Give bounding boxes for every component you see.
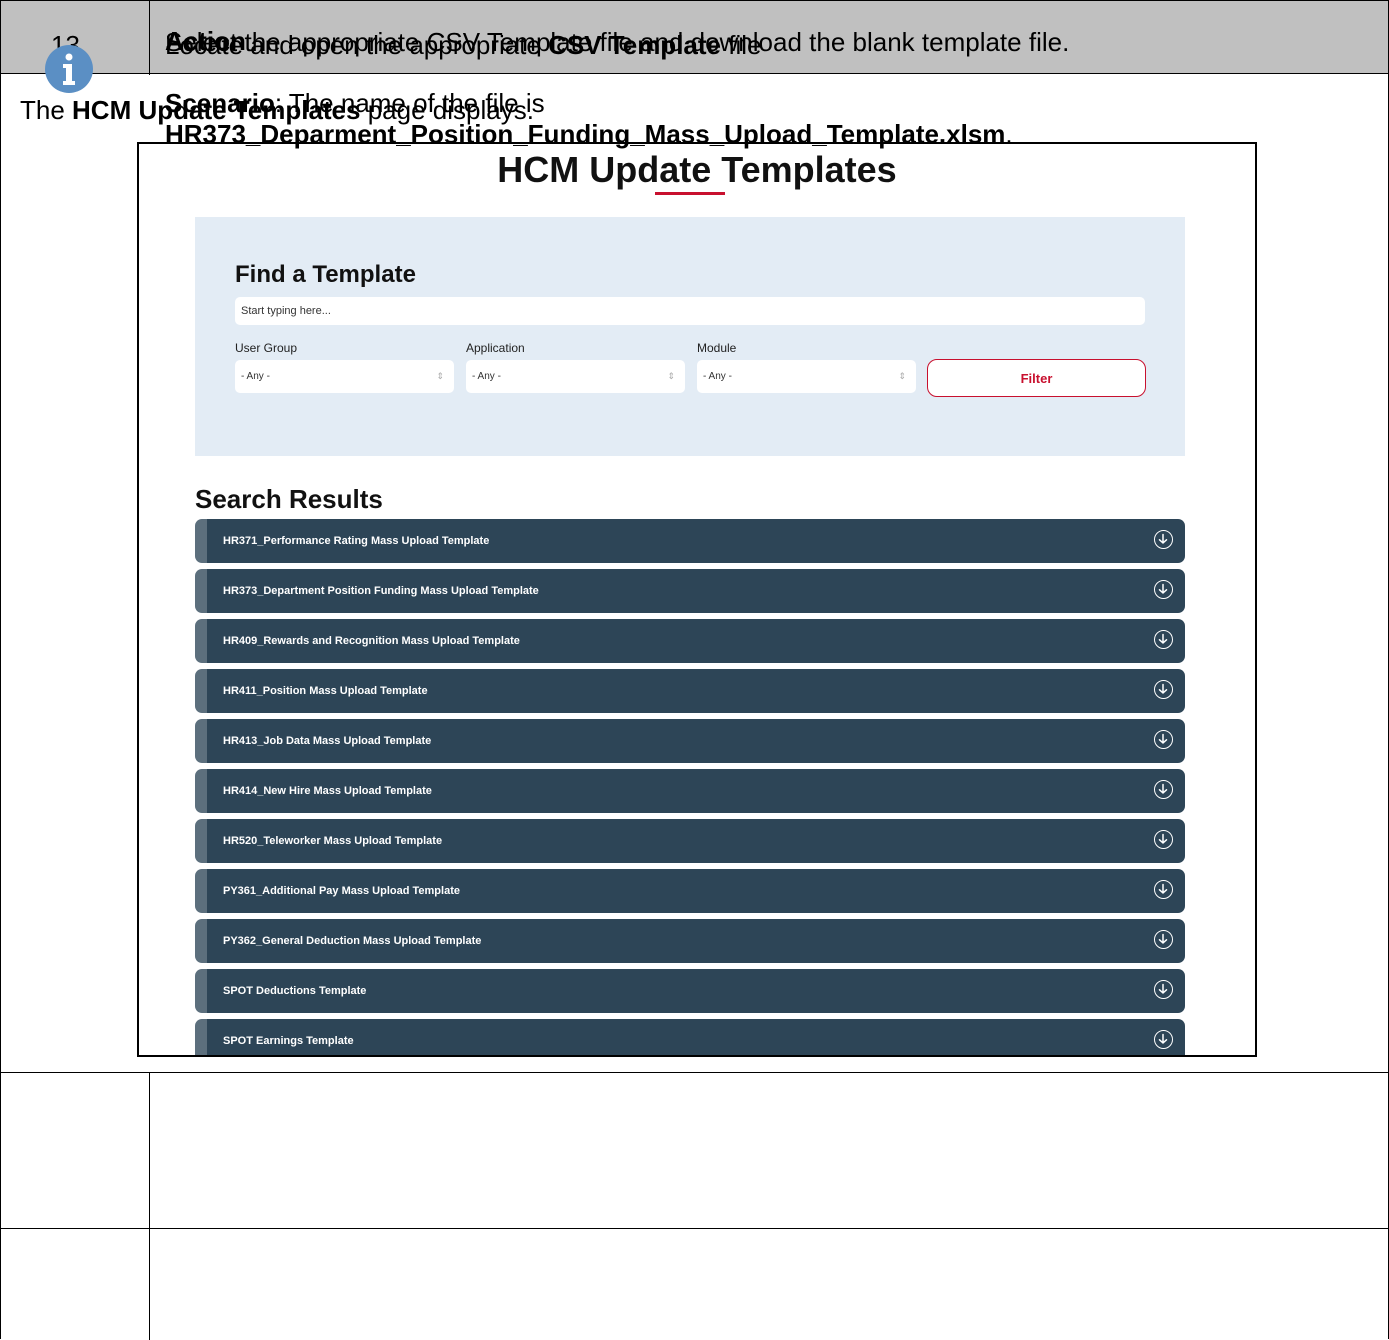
module-value: - Any - [703,371,732,382]
column-divider [149,1073,150,1229]
result-label: SPOT Deductions Template [223,985,367,997]
download-icon[interactable] [1154,630,1173,649]
result-label: HR520_Teleworker Mass Upload Template [223,835,443,847]
find-template-heading: Find a Template [235,261,416,288]
download-icon[interactable] [1154,580,1173,599]
result-row[interactable]: HR411_Position Mass Upload Template [195,669,1185,713]
result-label: PY361_Additional Pay Mass Upload Templat… [223,885,460,897]
result-label: SPOT Earnings Template [223,1035,354,1047]
user-group-label: User Group [235,341,298,355]
filter-button[interactable]: Filter [927,359,1146,397]
download-icon[interactable] [1154,1030,1173,1049]
result-row[interactable]: HR413_Job Data Mass Upload Template [195,719,1185,763]
note-text: Select the appropriate CSV Template file… [165,27,1070,57]
page-title: HCM Update Templates [497,149,897,190]
column-divider [149,1,150,75]
application-value: - Any - [472,371,501,382]
result-label: HR409_Rewards and Recognition Mass Uploa… [223,635,520,647]
module-select[interactable]: - Any - ⇕ [697,360,916,393]
download-icon[interactable] [1154,930,1173,949]
result-row[interactable]: PY362_General Deduction Mass Upload Temp… [195,919,1185,963]
column-divider [149,1229,150,1340]
info-icon [45,45,93,93]
download-icon[interactable] [1154,980,1173,999]
scenario-text: : The name of the file is [274,88,545,118]
scenario-line: Scenario: The name of the file is [165,88,545,118]
result-row[interactable]: HR371_Performance Rating Mass Upload Tem… [195,519,1185,563]
user-group-value: - Any - [241,371,270,382]
result-row[interactable]: SPOT Earnings Template [195,1019,1185,1055]
download-icon[interactable] [1154,830,1173,849]
filename-line: HR373_Deparment_Position_Funding_Mass_Up… [165,119,1013,149]
search-results-heading: Search Results [195,484,383,514]
result-row[interactable]: HR409_Rewards and Recognition Mass Uploa… [195,619,1185,663]
select-arrows-icon: ⇕ [436,371,444,381]
result-label: HR414_New Hire Mass Upload Template [223,785,432,797]
procedure-document: Action The HCM Update Templates page dis… [0,0,1389,1340]
filename-suffix: . [1005,119,1013,149]
search-input[interactable] [235,297,1145,325]
download-icon[interactable] [1154,730,1173,749]
user-group-select[interactable]: - Any - ⇕ [235,360,454,393]
result-row[interactable]: HR520_Teleworker Mass Upload Template [195,819,1185,863]
select-arrows-icon: ⇕ [898,371,906,381]
result-label: HR413_Job Data Mass Upload Template [223,735,432,747]
filename: HR373_Deparment_Position_Funding_Mass_Up… [165,119,1006,149]
note-row [1,1228,1389,1340]
result-row[interactable]: HR373_Department Position Funding Mass U… [195,569,1185,613]
application-label: Application [466,341,525,355]
result-row[interactable]: HR414_New Hire Mass Upload Template [195,769,1185,813]
application-select[interactable]: - Any - ⇕ [466,360,685,393]
result-row[interactable]: SPOT Deductions Template [195,969,1185,1013]
intro-prefix: The [20,95,73,125]
title-underline [655,192,725,195]
result-label: HR373_Department Position Funding Mass U… [223,585,539,597]
search-panel: Find a Template User Group Application M… [195,217,1185,456]
result-label: HR371_Performance Rating Mass Upload Tem… [223,535,490,547]
download-icon[interactable] [1154,680,1173,699]
result-row[interactable]: PY361_Additional Pay Mass Upload Templat… [195,869,1185,913]
result-label: PY362_General Deduction Mass Upload Temp… [223,935,482,947]
scenario-label: Scenario [165,88,275,118]
download-icon[interactable] [1154,530,1173,549]
embedded-screenshot: HCM Update Templates Find a Template Use… [137,142,1257,1057]
result-label: HR411_Position Mass Upload Template [223,685,428,697]
step-row [1,1072,1389,1229]
module-label: Module [697,341,737,355]
download-icon[interactable] [1154,880,1173,899]
select-arrows-icon: ⇕ [667,371,675,381]
download-icon[interactable] [1154,780,1173,799]
